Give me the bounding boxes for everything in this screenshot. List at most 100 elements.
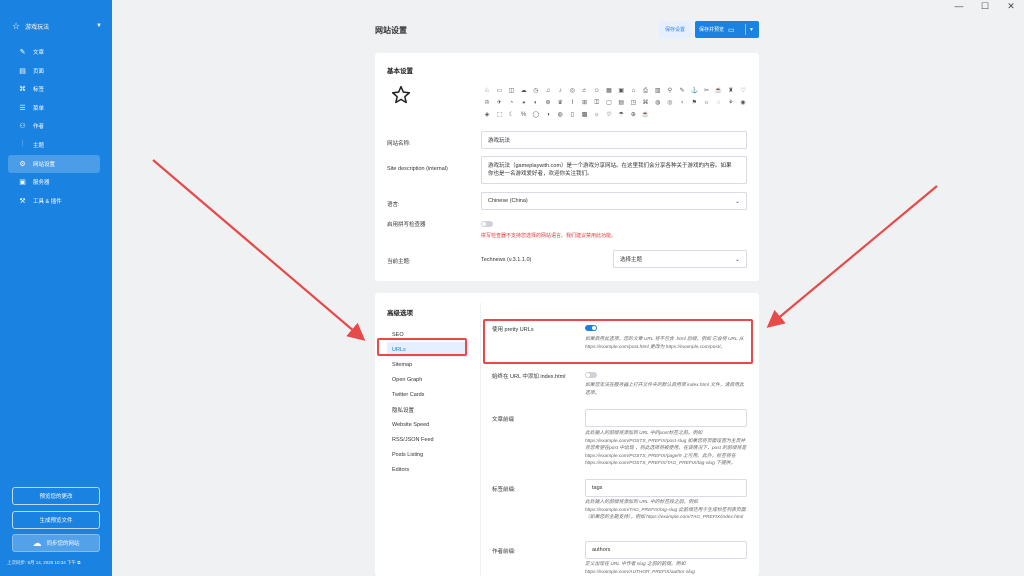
advanced-tab-3[interactable]: Open Graph bbox=[387, 372, 469, 387]
logo-option-icon[interactable]: ◕ bbox=[518, 97, 530, 109]
logo-option-icon[interactable]: ♪ bbox=[554, 85, 566, 97]
post-prefix-input[interactable] bbox=[585, 409, 747, 427]
tag-prefix-input[interactable]: tags bbox=[585, 479, 747, 497]
save-and-preview-button[interactable]: 保存并预览 ▭ ▼ bbox=[695, 21, 759, 38]
close-icon[interactable]: ✕ bbox=[998, 0, 1024, 14]
author-prefix-label: 作者前缀: bbox=[492, 549, 516, 555]
logo-option-icon[interactable]: ◔ bbox=[505, 97, 517, 109]
logo-option-icon[interactable]: ✂ bbox=[700, 85, 712, 97]
maximize-icon[interactable]: ☐ bbox=[972, 0, 998, 14]
logo-option-icon[interactable]: ◎ bbox=[566, 85, 578, 97]
sidebar-item-3[interactable]: ☰ 菜单 bbox=[8, 99, 100, 117]
logo-option-icon[interactable]: ▭ bbox=[493, 85, 505, 97]
logo-option-icon[interactable]: ⌘ bbox=[639, 97, 651, 109]
logo-option-icon[interactable]: ▣ bbox=[615, 85, 627, 97]
sidebar-item-icon: ▣ bbox=[19, 179, 26, 187]
advanced-tab-7[interactable]: RSS/JSON Feed bbox=[387, 432, 469, 447]
logo-option-icon[interactable]: ⎙ bbox=[639, 85, 651, 97]
logo-option-icon[interactable]: ▥ bbox=[652, 85, 664, 97]
external-link-icon[interactable]: ⧉ bbox=[77, 560, 80, 565]
logo-option-icon[interactable]: ◯ bbox=[530, 109, 542, 121]
logo-option-icon[interactable]: ⊛ bbox=[542, 97, 554, 109]
preview-changes-button[interactable]: 预览您的更改 bbox=[12, 487, 100, 505]
logo-option-icon[interactable]: ☁ bbox=[518, 85, 530, 97]
logo-option-icon[interactable]: ⊞ bbox=[579, 97, 591, 109]
sidebar-item-7[interactable]: ▣ 服务器 bbox=[8, 173, 100, 191]
sidebar-item-0[interactable]: ✎ 文章 bbox=[8, 43, 100, 61]
sync-site-button[interactable]: ☁ 同步您的网站 bbox=[12, 534, 100, 552]
logo-option-icon[interactable]: ⬚ bbox=[493, 109, 505, 121]
logo-option-icon[interactable]: ☾ bbox=[505, 109, 517, 121]
spellcheck-toggle[interactable] bbox=[481, 221, 493, 227]
logo-option-icon[interactable]: ✎ bbox=[676, 85, 688, 97]
advanced-tab-8[interactable]: Posts Listing bbox=[387, 447, 469, 462]
advanced-tab-2[interactable]: Sitemap bbox=[387, 357, 469, 372]
sidebar-item-6[interactable]: ⚙ 网站设置 bbox=[8, 154, 100, 173]
minimize-icon[interactable]: — bbox=[946, 0, 972, 14]
advanced-tab-5[interactable]: 隐私设置 bbox=[387, 402, 469, 417]
logo-option-icon[interactable]: ⊕ bbox=[627, 109, 639, 121]
logo-option-icon[interactable]: ⛆ bbox=[603, 109, 615, 121]
logo-option-icon[interactable]: ⚓ bbox=[688, 85, 700, 97]
logo-option-icon[interactable]: ☺ bbox=[591, 85, 603, 97]
logo-option-icon[interactable]: ♡ bbox=[737, 85, 749, 97]
language-select[interactable]: Chinese (China) ⌄ bbox=[481, 192, 747, 210]
sidebar-item-1[interactable]: ▤ 页面 bbox=[8, 62, 100, 80]
sidebar-item-5[interactable]: ⫶ 主题 bbox=[8, 136, 100, 154]
site-description-textarea[interactable]: 游戏玩法（gameplaywith.com）是一个游戏分享网站。在这里我们会分享… bbox=[481, 156, 747, 184]
logo-option-icon[interactable]: ▢ bbox=[603, 97, 615, 109]
author-prefix-input[interactable]: authors bbox=[585, 541, 747, 559]
index-html-toggle[interactable] bbox=[585, 372, 597, 378]
sidebar-item-2[interactable]: ⌘ 标签 bbox=[8, 80, 100, 98]
site-switcher[interactable]: ☆ 游戏玩法 ▼ bbox=[12, 18, 102, 34]
logo-option-icon[interactable]: ⚿ bbox=[591, 97, 603, 109]
logo-option-icon[interactable]: ◍ bbox=[652, 97, 664, 109]
logo-option-icon[interactable]: ☂ bbox=[615, 109, 627, 121]
logo-option-icon[interactable]: ♔ bbox=[481, 97, 493, 109]
logo-option-icon[interactable]: ⚘ bbox=[725, 97, 737, 109]
logo-option-icon[interactable]: ▤ bbox=[615, 97, 627, 109]
logo-option-icon[interactable]: ◍ bbox=[554, 109, 566, 121]
save-settings-button[interactable]: 保存设置 bbox=[659, 21, 691, 38]
logo-option-icon[interactable]: ♬ bbox=[579, 85, 591, 97]
logo-option-icon[interactable]: ◈ bbox=[481, 109, 493, 121]
sidebar-item-label: 页面 bbox=[33, 68, 45, 75]
logo-option-icon[interactable]: ♘ bbox=[481, 85, 493, 97]
theme-select[interactable]: 选择主题 ⌄ bbox=[613, 250, 747, 268]
logo-option-icon[interactable]: ▦ bbox=[603, 85, 615, 97]
advanced-tab-9[interactable]: Editors bbox=[387, 462, 469, 477]
logo-option-icon[interactable]: ▩ bbox=[579, 109, 591, 121]
logo-option-icon[interactable]: % bbox=[518, 109, 530, 121]
logo-option-icon[interactable]: ♜ bbox=[725, 85, 737, 97]
chevron-down-icon: ⌄ bbox=[734, 198, 740, 205]
sidebar-item-4[interactable]: ⚇ 作者 bbox=[8, 117, 100, 135]
logo-option-icon[interactable]: ◑ bbox=[542, 109, 554, 121]
logo-option-icon[interactable]: ⌇ bbox=[566, 97, 578, 109]
logo-option-icon[interactable]: ♛ bbox=[554, 97, 566, 109]
logo-option-icon[interactable]: ♀ bbox=[676, 97, 688, 109]
logo-option-icon[interactable]: ✈ bbox=[493, 97, 505, 109]
logo-option-icon[interactable]: ◎ bbox=[664, 97, 676, 109]
logo-option-icon[interactable]: ◐ bbox=[530, 97, 542, 109]
dropdown-caret-icon[interactable]: ▼ bbox=[749, 27, 754, 33]
logo-option-icon[interactable]: ◷ bbox=[530, 85, 542, 97]
logo-option-icon[interactable]: ⚲ bbox=[664, 85, 676, 97]
logo-option-icon[interactable]: ◌ bbox=[713, 97, 725, 109]
advanced-tab-4[interactable]: Twitter Cards bbox=[387, 387, 469, 402]
logo-option-icon[interactable]: ⌂ bbox=[627, 85, 639, 97]
logo-option-icon[interactable]: ☼ bbox=[700, 97, 712, 109]
sidebar-item-8[interactable]: ⚒ 工具 & 插件 bbox=[8, 192, 100, 210]
logo-option-icon[interactable]: ☼ bbox=[591, 109, 603, 121]
logo-option-icon[interactable]: ◫ bbox=[505, 85, 517, 97]
logo-option-icon[interactable]: ◉ bbox=[737, 97, 749, 109]
site-name-input[interactable]: 游戏玩法 bbox=[481, 131, 747, 149]
advanced-tab-6[interactable]: Website Speed bbox=[387, 417, 469, 432]
logo-option-icon[interactable]: ◳ bbox=[627, 97, 639, 109]
logo-option-icon[interactable]: ☕ bbox=[713, 85, 725, 97]
logo-option-icon[interactable]: ☕ bbox=[639, 109, 651, 121]
generate-preview-button[interactable]: 生成预览文件 bbox=[12, 511, 100, 529]
logo-option-icon[interactable]: ▯ bbox=[566, 109, 578, 121]
site-logo-star-icon[interactable] bbox=[391, 85, 411, 105]
logo-option-icon[interactable]: ♫ bbox=[542, 85, 554, 97]
logo-option-icon[interactable]: ⚑ bbox=[688, 97, 700, 109]
